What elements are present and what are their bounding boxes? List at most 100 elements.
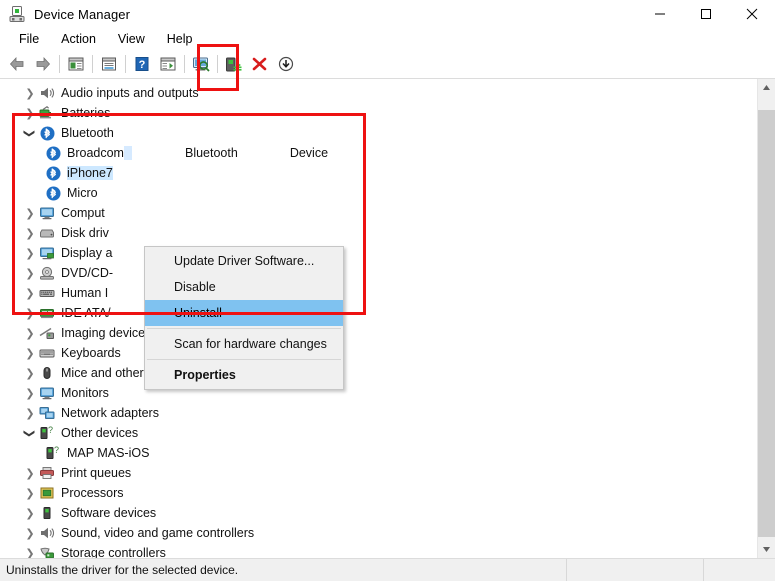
tree-item-batteries[interactable]: ❯ Batteries <box>0 103 757 123</box>
disk-drive-icon <box>38 226 56 240</box>
storage-controller-icon <box>38 546 56 558</box>
scroll-up-button[interactable] <box>758 79 775 96</box>
show-hide-action-pane-icon[interactable] <box>155 52 181 76</box>
back-arrow-icon[interactable] <box>4 52 30 76</box>
chevron-down-icon[interactable]: ❯ <box>22 128 38 139</box>
chevron-right-icon[interactable]: ❯ <box>22 508 38 519</box>
context-menu-item-properties[interactable]: Properties <box>145 362 343 388</box>
tree-item-broadcom[interactable]: Broadcom Bluetooth Device <box>0 143 757 163</box>
tree-item-map-mas-ios[interactable]: ? MAP MAS-iOS <box>0 443 757 463</box>
tree-item-label: Network adapters <box>61 406 159 420</box>
tree-item-label: Imaging devices <box>61 326 152 340</box>
chevron-right-icon[interactable]: ❯ <box>22 488 38 499</box>
tree-item-imaging-devices[interactable]: ❯ Imaging devices <box>0 323 757 343</box>
tree-item-dvd-cd-rom-drives[interactable]: ❯ DVD/CD- <box>0 263 757 283</box>
maximize-button[interactable] <box>683 0 729 28</box>
tree-item-disk-drives[interactable]: ❯ Disk driv <box>0 223 757 243</box>
tree-item-mice-and-other-pointing-devices[interactable]: ❯ Mice and other pointing devices <box>0 363 757 383</box>
menu-help[interactable]: Help <box>158 31 202 47</box>
tree-item-keyboards[interactable]: ❯ Keyboards <box>0 343 757 363</box>
forward-arrow-icon[interactable] <box>30 52 56 76</box>
chevron-right-icon[interactable]: ❯ <box>22 348 38 359</box>
tree-item-human-interface-devices[interactable]: ❯ Human I <box>0 283 757 303</box>
tree-item-label: Display a <box>61 246 113 260</box>
tree-item-microsoft-bluetooth[interactable]: Micro <box>0 183 757 203</box>
tree-item-label: Other devices <box>61 426 139 440</box>
window-title: Device Manager <box>34 6 131 22</box>
ide-controller-icon <box>38 306 56 320</box>
chevron-right-icon[interactable]: ❯ <box>22 228 38 239</box>
tree-item-sound-video-and-game-controllers[interactable]: ❯ Sound, video and game controllers <box>0 523 757 543</box>
menu-view[interactable]: View <box>109 31 154 47</box>
scan-for-hardware-changes-icon[interactable] <box>188 52 214 76</box>
chevron-right-icon[interactable]: ❯ <box>22 268 38 279</box>
chevron-right-icon[interactable]: ❯ <box>22 328 38 339</box>
hid-icon <box>38 286 56 300</box>
battery-icon <box>38 106 56 120</box>
chevron-right-icon[interactable]: ❯ <box>22 208 38 219</box>
tree-item-label: Print queues <box>61 466 132 480</box>
speaker-icon <box>38 526 56 540</box>
vertical-scrollbar[interactable] <box>757 79 775 558</box>
toolbar-separator-3 <box>125 55 126 73</box>
properties-icon[interactable] <box>96 52 122 76</box>
tree-item-computer[interactable]: ❯ Comput <box>0 203 757 223</box>
chevron-right-icon[interactable]: ❯ <box>22 368 38 379</box>
context-menu-item-uninstall[interactable]: Uninstall <box>145 300 343 326</box>
disable-device-icon[interactable] <box>273 52 299 76</box>
unknown-device-icon: ? <box>44 446 62 460</box>
processor-icon <box>38 486 56 500</box>
status-message: Uninstalls the driver for the selected d… <box>0 559 567 581</box>
minimize-button[interactable] <box>637 0 683 28</box>
uninstall-device-icon[interactable] <box>247 52 273 76</box>
context-menu-item-update-driver-software[interactable]: Update Driver Software... <box>145 248 343 274</box>
chevron-right-icon[interactable]: ❯ <box>22 388 38 399</box>
device-manager-window: Device Manager File Action View Help ? ❯… <box>0 0 775 581</box>
tree-item-software-devices[interactable]: ❯ Software devices <box>0 503 757 523</box>
scrollbar-track[interactable] <box>758 96 775 541</box>
bluetooth-icon <box>44 186 62 201</box>
device-tree[interactable]: ❯ Audio inputs and outputs ❯ Batteries ❯ <box>0 79 757 558</box>
context-menu[interactable]: Update Driver Software... Disable Uninst… <box>144 246 344 390</box>
tree-item-monitors[interactable]: ❯ Monitors <box>0 383 757 403</box>
computer-icon <box>38 206 56 220</box>
chevron-right-icon[interactable]: ❯ <box>22 88 38 99</box>
device-manager-icon <box>8 5 26 23</box>
tree-item-other-devices[interactable]: ❯ ? Other devices <box>0 423 757 443</box>
context-menu-item-disable[interactable]: Disable <box>145 274 343 300</box>
tree-item-display-adapters[interactable]: ❯ Display a <box>0 243 757 263</box>
chevron-right-icon[interactable]: ❯ <box>22 408 38 419</box>
chevron-right-icon[interactable]: ❯ <box>22 308 38 319</box>
scrollbar-thumb[interactable] <box>758 110 775 537</box>
chevron-right-icon[interactable]: ❯ <box>22 548 38 559</box>
context-menu-item-scan-for-hardware-changes[interactable]: Scan for hardware changes <box>145 331 343 357</box>
chevron-right-icon[interactable]: ❯ <box>22 468 38 479</box>
svg-text:?: ? <box>48 426 53 435</box>
tree-item-network-adapters[interactable]: ❯ Network adapters <box>0 403 757 423</box>
toolbar: ? <box>0 50 775 79</box>
update-driver-software-icon[interactable] <box>221 52 247 76</box>
tree-item-storage-controllers[interactable]: ❯ Storage controllers <box>0 543 757 558</box>
tree-item-label: Sound, video and game controllers <box>61 526 255 540</box>
tree-item-print-queues[interactable]: ❯ Print queues <box>0 463 757 483</box>
chevron-down-icon[interactable]: ❯ <box>22 428 38 439</box>
tree-item-iphone7[interactable]: iPhone7 <box>0 163 757 183</box>
scroll-down-button[interactable] <box>758 541 775 558</box>
chevron-right-icon[interactable]: ❯ <box>22 248 38 259</box>
imaging-device-icon <box>38 326 56 340</box>
chevron-right-icon[interactable]: ❯ <box>22 528 38 539</box>
menu-file[interactable]: File <box>10 31 48 47</box>
tree-item-audio-inputs-and-outputs[interactable]: ❯ Audio inputs and outputs <box>0 83 757 103</box>
close-button[interactable] <box>729 0 775 28</box>
chevron-right-icon[interactable]: ❯ <box>22 108 38 119</box>
mouse-icon <box>38 366 56 380</box>
show-hide-console-tree-icon[interactable] <box>63 52 89 76</box>
menu-action[interactable]: Action <box>52 31 105 47</box>
help-icon[interactable]: ? <box>129 52 155 76</box>
chevron-right-icon[interactable]: ❯ <box>22 288 38 299</box>
tree-item-processors[interactable]: ❯ Processors <box>0 483 757 503</box>
tree-item-label: MAP MAS-iOS <box>67 446 150 460</box>
tree-item-bluetooth[interactable]: ❯ Bluetooth <box>0 123 757 143</box>
tree-item-ide-ata-atapi-controllers[interactable]: ❯ IDE ATA/ <box>0 303 757 323</box>
tree-item-label: Keyboards <box>61 346 121 360</box>
